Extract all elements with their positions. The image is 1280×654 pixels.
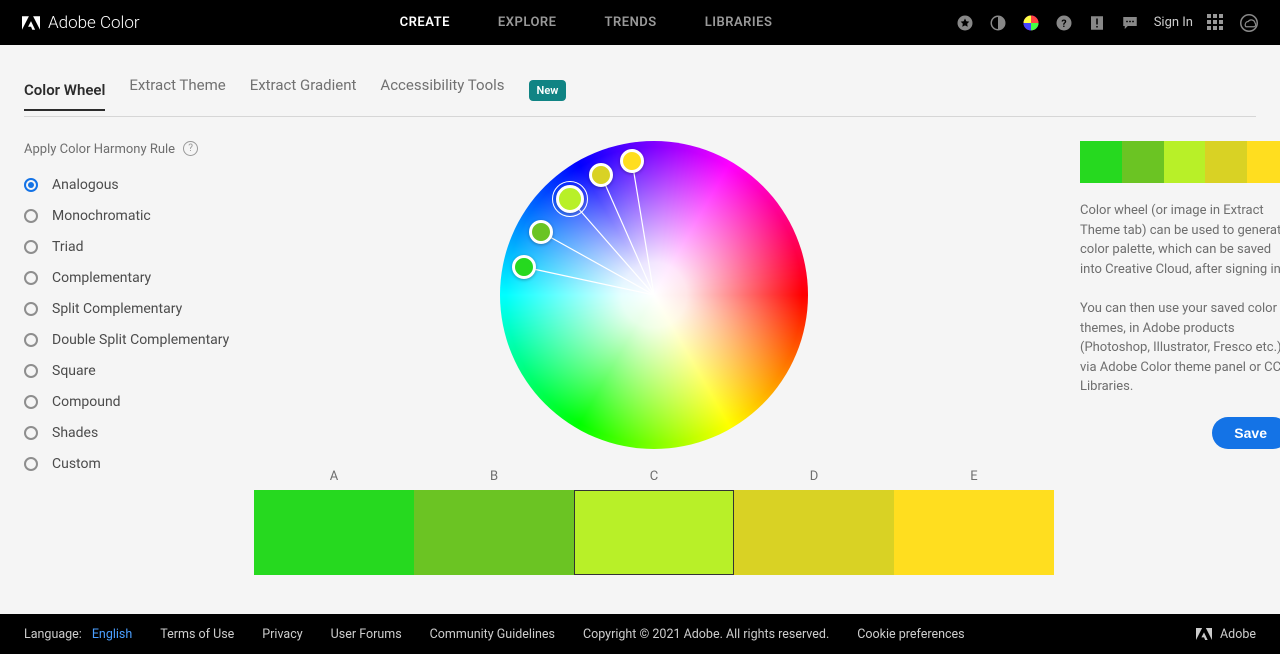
top-right: ? Sign In [956, 13, 1258, 32]
footer-cookie[interactable]: Cookie preferences [857, 627, 964, 642]
lang-value[interactable]: English [92, 627, 132, 642]
radio-square[interactable]: Square [24, 363, 234, 379]
svg-text:?: ? [1062, 16, 1067, 29]
radio-double-split-complementary[interactable]: Double Split Complementary [24, 332, 234, 348]
swatch-label: E [894, 469, 1054, 484]
footer-forums[interactable]: User Forums [331, 627, 402, 642]
nav-explore[interactable]: EXPLORE [498, 15, 557, 30]
mini-swatch-cell [1080, 141, 1122, 183]
sub-nav: Color Wheel Extract Theme Extract Gradie… [24, 45, 1256, 117]
footer-guidelines[interactable]: Community Guidelines [430, 627, 555, 642]
lang-label: Language: [24, 627, 82, 642]
radio-complementary[interactable]: Complementary [24, 270, 234, 286]
footer-privacy[interactable]: Privacy [262, 627, 302, 642]
radio-icon [24, 240, 38, 254]
swatch-label: A [254, 469, 414, 484]
radio-compound[interactable]: Compound [24, 394, 234, 410]
help-icon[interactable]: ? [1055, 13, 1074, 32]
nav-trends[interactable]: TRENDS [605, 15, 657, 30]
tab-color-wheel[interactable]: Color Wheel [24, 81, 105, 111]
radio-label: Square [52, 363, 96, 379]
radio-icon [24, 333, 38, 347]
save-button[interactable]: Save [1212, 417, 1280, 449]
footer-adobe: Adobe [1220, 627, 1256, 642]
radio-monochromatic[interactable]: Monochromatic [24, 208, 234, 224]
mini-swatch-cell [1164, 141, 1206, 183]
radio-icon [24, 364, 38, 378]
tab-accessibility[interactable]: Accessibility Tools [380, 76, 504, 104]
radio-custom[interactable]: Custom [24, 456, 234, 472]
wheel-handle[interactable] [620, 149, 644, 173]
radio-label: Double Split Complementary [52, 332, 229, 348]
mini-swatch-cell [1122, 141, 1164, 183]
radio-icon [24, 426, 38, 440]
radio-split-complementary[interactable]: Split Complementary [24, 301, 234, 317]
adobe-logo-icon [1196, 627, 1212, 641]
wheel-handle[interactable] [589, 163, 613, 187]
radio-label: Shades [52, 425, 98, 441]
top-bar: Adobe Color CREATE EXPLORE TRENDS LIBRAR… [0, 0, 1280, 45]
swatch[interactable] [574, 490, 734, 575]
mini-swatch [1080, 141, 1280, 183]
apps-grid-icon[interactable] [1207, 14, 1225, 32]
swatch[interactable] [894, 490, 1054, 575]
swatch-label: B [414, 469, 574, 484]
radio-label: Triad [52, 239, 84, 255]
contrast-icon[interactable] [989, 13, 1008, 32]
footer-copyright: Copyright © 2021 Adobe. All rights reser… [583, 627, 829, 642]
radio-triad[interactable]: Triad [24, 239, 234, 255]
adobe-logo-icon [22, 14, 40, 32]
swatch-label: D [734, 469, 894, 484]
swatch[interactable] [254, 490, 414, 575]
swatch[interactable] [414, 490, 574, 575]
radio-icon [24, 271, 38, 285]
star-icon[interactable] [956, 13, 975, 32]
cc-icon[interactable] [1239, 13, 1258, 32]
radio-label: Analogous [52, 177, 119, 193]
info-text-2: You can then use your saved color themes… [1080, 299, 1280, 397]
signin-link[interactable]: Sign In [1154, 15, 1193, 30]
chat-icon[interactable] [1121, 13, 1140, 32]
swatch-labels: ABCDE [254, 469, 1054, 484]
radio-icon [24, 395, 38, 409]
swatch-label: C [574, 469, 734, 484]
radio-label: Complementary [52, 270, 151, 286]
brand-label: Adobe Color [48, 13, 140, 33]
brand[interactable]: Adobe Color [22, 13, 140, 33]
swatch[interactable] [734, 490, 894, 575]
radio-icon [24, 209, 38, 223]
alert-icon[interactable] [1088, 13, 1107, 32]
harmony-panel: Apply Color Harmony Rule ? Analogous Mono… [24, 141, 234, 575]
footer: Language: English Terms of Use Privacy U… [0, 614, 1280, 654]
help-icon[interactable]: ? [183, 141, 198, 156]
mini-swatch-cell [1205, 141, 1247, 183]
harmony-label: Apply Color Harmony Rule [24, 141, 175, 159]
radio-label: Custom [52, 456, 101, 472]
footer-terms[interactable]: Terms of Use [160, 627, 234, 642]
sidebar: Color wheel (or image in Extract Theme t… [1074, 141, 1280, 575]
nav-create[interactable]: CREATE [400, 15, 450, 30]
tab-extract-gradient[interactable]: Extract Gradient [250, 76, 357, 104]
radio-analogous[interactable]: Analogous [24, 177, 234, 193]
radio-icon [24, 302, 38, 316]
radio-label: Monochromatic [52, 208, 151, 224]
top-nav: CREATE EXPLORE TRENDS LIBRARIES [400, 15, 773, 30]
wheel-handle[interactable] [529, 220, 553, 244]
center-panel: ABCDE [254, 141, 1054, 575]
wheel-handle[interactable] [512, 255, 536, 279]
swatch-row [254, 490, 1054, 575]
nav-libraries[interactable]: LIBRARIES [705, 15, 773, 30]
mini-swatch-cell [1247, 141, 1280, 183]
info-text-1: Color wheel (or image in Extract Theme t… [1080, 201, 1280, 279]
wheel-handle[interactable] [556, 185, 584, 213]
radio-shades[interactable]: Shades [24, 425, 234, 441]
radio-icon [24, 457, 38, 471]
new-badge: New [529, 80, 567, 101]
tab-extract-theme[interactable]: Extract Theme [129, 76, 225, 104]
color-wheel[interactable] [500, 141, 808, 449]
color-wheel-icon[interactable] [1022, 13, 1041, 32]
radio-icon [24, 178, 38, 192]
radio-label: Split Complementary [52, 301, 182, 317]
radio-label: Compound [52, 394, 121, 410]
